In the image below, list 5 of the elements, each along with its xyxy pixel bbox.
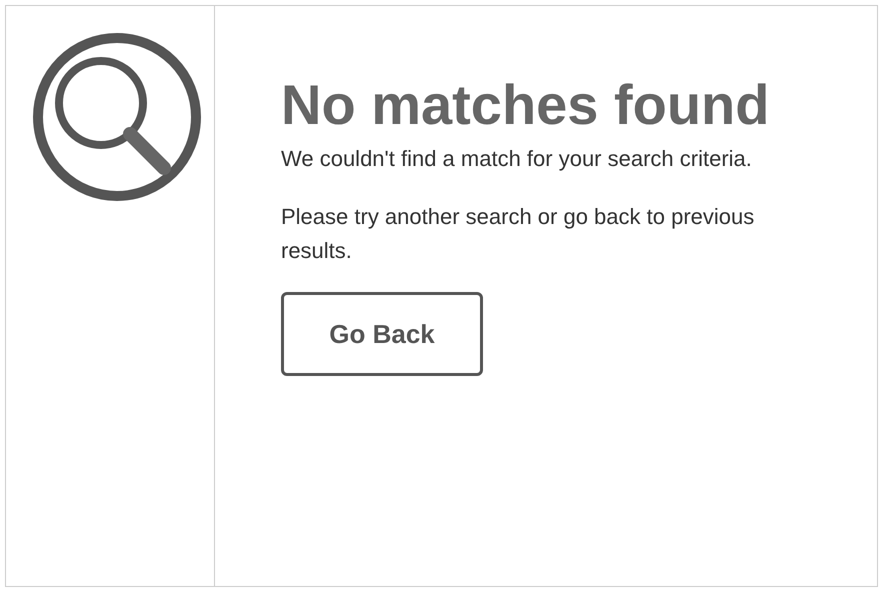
message-text: Please try another search or go back to previous results. bbox=[281, 203, 756, 265]
search-icon bbox=[32, 32, 202, 202]
go-back-button[interactable]: Go Back bbox=[281, 292, 483, 376]
message-text: We couldn't find a match for your search criteria. bbox=[281, 145, 753, 173]
heading: No matches found bbox=[281, 74, 770, 136]
